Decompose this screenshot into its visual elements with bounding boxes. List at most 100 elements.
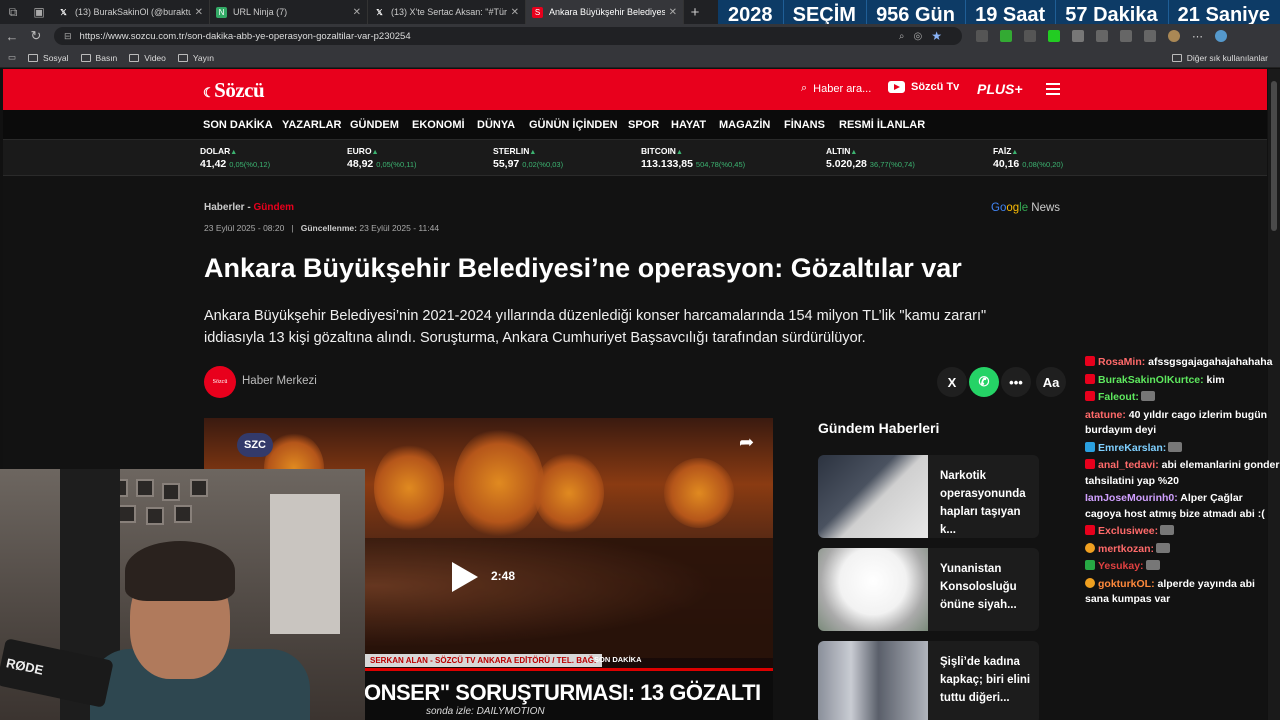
ticker-item[interactable]: FAİZ▲ 40,16 0,08(%0,20) (993, 146, 1063, 170)
chat-emote-icon (1140, 391, 1155, 401)
close-tab-icon[interactable]: ✕ (195, 7, 203, 18)
bookmarks-menu-icon[interactable]: ▭ (8, 52, 16, 63)
url-bar[interactable]: ⊟ https://www.sozcu.com.tr/son-dakika-ab… (54, 27, 962, 45)
news-card[interactable]: Şişli’de kadına kapkaç; biri elini tuttu… (818, 641, 1039, 720)
more-icon[interactable]: ⋯ (1192, 30, 1203, 43)
share-more-button[interactable]: ••• (1001, 367, 1031, 397)
extensions-toolbar: ⋯ (976, 29, 1227, 43)
video-headline: ONSER" SORUŞTURMASI: 13 GÖZALTI (364, 680, 761, 705)
plus-link[interactable]: PLUS+ (977, 81, 1023, 97)
nav-gunun-icinden[interactable]: GÜNÜN İÇİNDEN (529, 119, 618, 131)
zoom-icon[interactable]: ⌕ (899, 31, 905, 42)
chat-username[interactable]: atatune: (1085, 409, 1126, 421)
nav-son-dakika[interactable]: SON DAKİKA (203, 119, 273, 131)
nav-resmi-ilanlar[interactable]: RESMİ İLANLAR (839, 119, 925, 131)
font-size-button[interactable]: Aa (1036, 367, 1066, 397)
author-name[interactable]: Haber Merkezi (242, 375, 317, 387)
extension-icon[interactable] (1072, 29, 1084, 42)
whatsapp-icon: ✆ (978, 374, 990, 389)
bookmark-folder[interactable]: Sosyal (28, 53, 69, 63)
chat-username[interactable]: EmreKarslan: (1098, 442, 1166, 454)
profile-avatar-icon[interactable] (1168, 29, 1180, 42)
chat-username[interactable]: anal_tedavi: (1098, 459, 1159, 471)
address-bar-row: ← ↻ ⊟ https://www.sozcu.com.tr/son-dakik… (0, 24, 1280, 48)
up-arrow-icon: ▲ (675, 149, 683, 156)
tab-actions-icon[interactable]: ▣ (26, 0, 52, 24)
reload-icon[interactable]: ↻ (24, 28, 48, 44)
extension-icon[interactable] (1000, 29, 1012, 42)
bookmark-folder[interactable]: Basın (80, 53, 117, 63)
article-summary: Ankara Büyükşehir Belediyesi’nin 2021-20… (204, 308, 987, 346)
nav-spor[interactable]: SPOR (628, 119, 659, 131)
close-tab-icon[interactable]: ✕ (511, 7, 519, 18)
play-button-icon[interactable] (452, 562, 478, 592)
chat-username[interactable]: Yesukay: (1098, 560, 1144, 572)
site-logo[interactable]: ☾Sözcü (203, 78, 265, 103)
other-favorites[interactable]: Diğer sık kullanılanlar (1171, 52, 1268, 63)
nav-dunya[interactable]: DÜNYA (477, 119, 515, 131)
browser-tab[interactable]: N URL Ninja (7) ✕ (210, 0, 368, 24)
ticker-item[interactable]: STERLIN▲ 55,97 0,02(%0,03) (493, 146, 563, 170)
chat-username[interactable]: RosaMin: (1098, 356, 1145, 368)
breadcrumb-root[interactable]: Haberler - (204, 202, 251, 213)
share-icon[interactable]: ➦ (739, 432, 754, 453)
copilot-icon[interactable] (1215, 29, 1227, 42)
browser-tab-active[interactable]: S Ankara Büyükşehir Belediyesi'ne o ✕ (526, 0, 684, 24)
scrollbar-thumb[interactable] (1271, 81, 1277, 231)
site-info-icon[interactable]: ⊟ (64, 31, 72, 42)
close-tab-icon[interactable]: ✕ (353, 7, 361, 18)
ticker-item[interactable]: BITCOIN▲ 113.133,85 504,78(%0,45) (641, 146, 745, 170)
search-button[interactable]: ⌕ Haber ara... (801, 82, 871, 95)
news-card[interactable]: Narkotik operasyonunda hapları taşıyan k… (818, 455, 1039, 538)
news-thumbnail (818, 455, 928, 538)
sozcu-tv-link[interactable]: Sözcü Tv (888, 81, 959, 93)
menu-icon[interactable] (1046, 83, 1060, 98)
chat-username[interactable]: BurakSakinOlKurtce: (1098, 374, 1204, 386)
news-card[interactable]: Yunanistan Konsolosluğu önüne siyah... (818, 548, 1039, 631)
shield-icon[interactable] (1144, 29, 1156, 42)
extensions-icon[interactable] (1096, 29, 1108, 42)
nav-magazin[interactable]: MAGAZİN (719, 119, 770, 131)
chat-username[interactable]: IamJoseMourinh0: (1085, 492, 1178, 504)
nav-ekonomi[interactable]: EKONOMİ (412, 119, 465, 131)
chat-username[interactable]: gokturkOL: (1098, 578, 1155, 590)
chat-text: afssgsgajagahajahahaha (1145, 356, 1273, 368)
chat-message: gokturkOL: alperde yayında abi sana kump… (1085, 577, 1280, 608)
ticker-item[interactable]: ALTIN▲ 5.020,28 36,77(%0,74) (826, 146, 915, 170)
bookmark-folder[interactable]: Video (129, 53, 166, 63)
chat-username[interactable]: Exclusiwee: (1098, 525, 1158, 537)
extension-icon[interactable] (1048, 29, 1060, 42)
nav-gundem[interactable]: GÜNDEM (350, 119, 399, 131)
url-actions: ⌕ ◎ ★ (411, 29, 952, 43)
breadcrumb: Haberler - Gündem (204, 202, 294, 213)
share-x-button[interactable]: X (937, 367, 967, 397)
extension-icon[interactable] (1024, 29, 1036, 42)
author-avatar[interactable]: Sözcü (204, 366, 236, 398)
nav-hayat[interactable]: HAYAT (671, 119, 706, 131)
reading-icon[interactable]: ◎ (914, 31, 923, 42)
workspaces-icon[interactable]: ⧉ (0, 0, 26, 24)
favorite-star-icon[interactable]: ★ (931, 29, 942, 43)
chat-message: RosaMin: afssgsgajagahajahahaha (1085, 355, 1280, 371)
news-title: Narkotik operasyonunda hapları taşıyan k… (940, 470, 1026, 536)
browser-tab[interactable]: 𝕏 (13) BurakSakinOl (@buraktut_) / ✕ (52, 0, 210, 24)
nav-finans[interactable]: FİNANS (784, 119, 825, 131)
browser-tab[interactable]: 𝕏 (13) X'te Sertac Aksan: "#Türkiye ✕ (368, 0, 526, 24)
back-icon[interactable]: ← (0, 29, 24, 44)
share-whatsapp-button[interactable]: ✆ (969, 367, 999, 397)
google-news-link[interactable]: Google News (991, 202, 1060, 214)
new-tab-button[interactable]: + (684, 4, 706, 21)
close-tab-icon[interactable]: ✕ (669, 7, 677, 18)
ticker-item[interactable]: EURO▲ 48,92 0,05(%0,11) (347, 146, 417, 170)
breadcrumb-category[interactable]: Gündem (253, 202, 294, 213)
bookmark-folder[interactable]: Yayın (177, 53, 214, 63)
chat-message: EmreKarslan: (1085, 441, 1280, 457)
bookmark-label: Diğer sık kullanılanlar (1186, 52, 1268, 63)
nav-yazarlar[interactable]: YAZARLAR (282, 119, 342, 131)
chat-username[interactable]: mertkozan: (1098, 543, 1154, 555)
bookmark-label: Video (144, 52, 166, 63)
favorites-icon[interactable] (1120, 29, 1132, 42)
extension-icon[interactable] (976, 29, 988, 42)
ticker-item[interactable]: DOLAR▲ 41,42 0,05(%0,12) (200, 146, 270, 170)
chat-username[interactable]: Faleout: (1098, 391, 1139, 403)
